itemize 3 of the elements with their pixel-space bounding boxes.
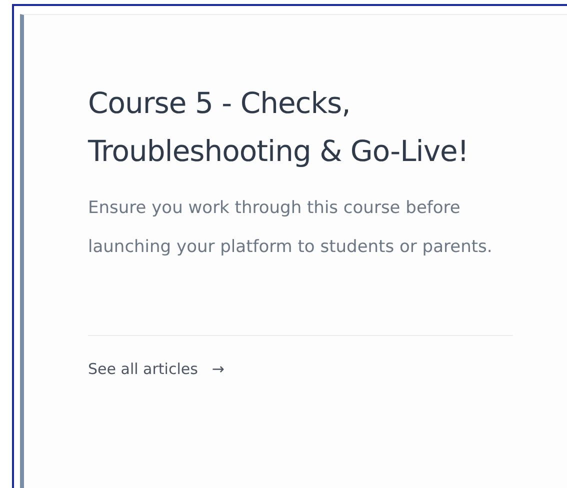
see-all-articles-link[interactable]: See all articles → xyxy=(88,358,224,380)
course-description: Ensure you work through this course before launching your platform to students or parents. xyxy=(88,197,494,259)
course-title: Course 5 - Checks, Troubleshooting & Go-Live! xyxy=(88,85,470,170)
